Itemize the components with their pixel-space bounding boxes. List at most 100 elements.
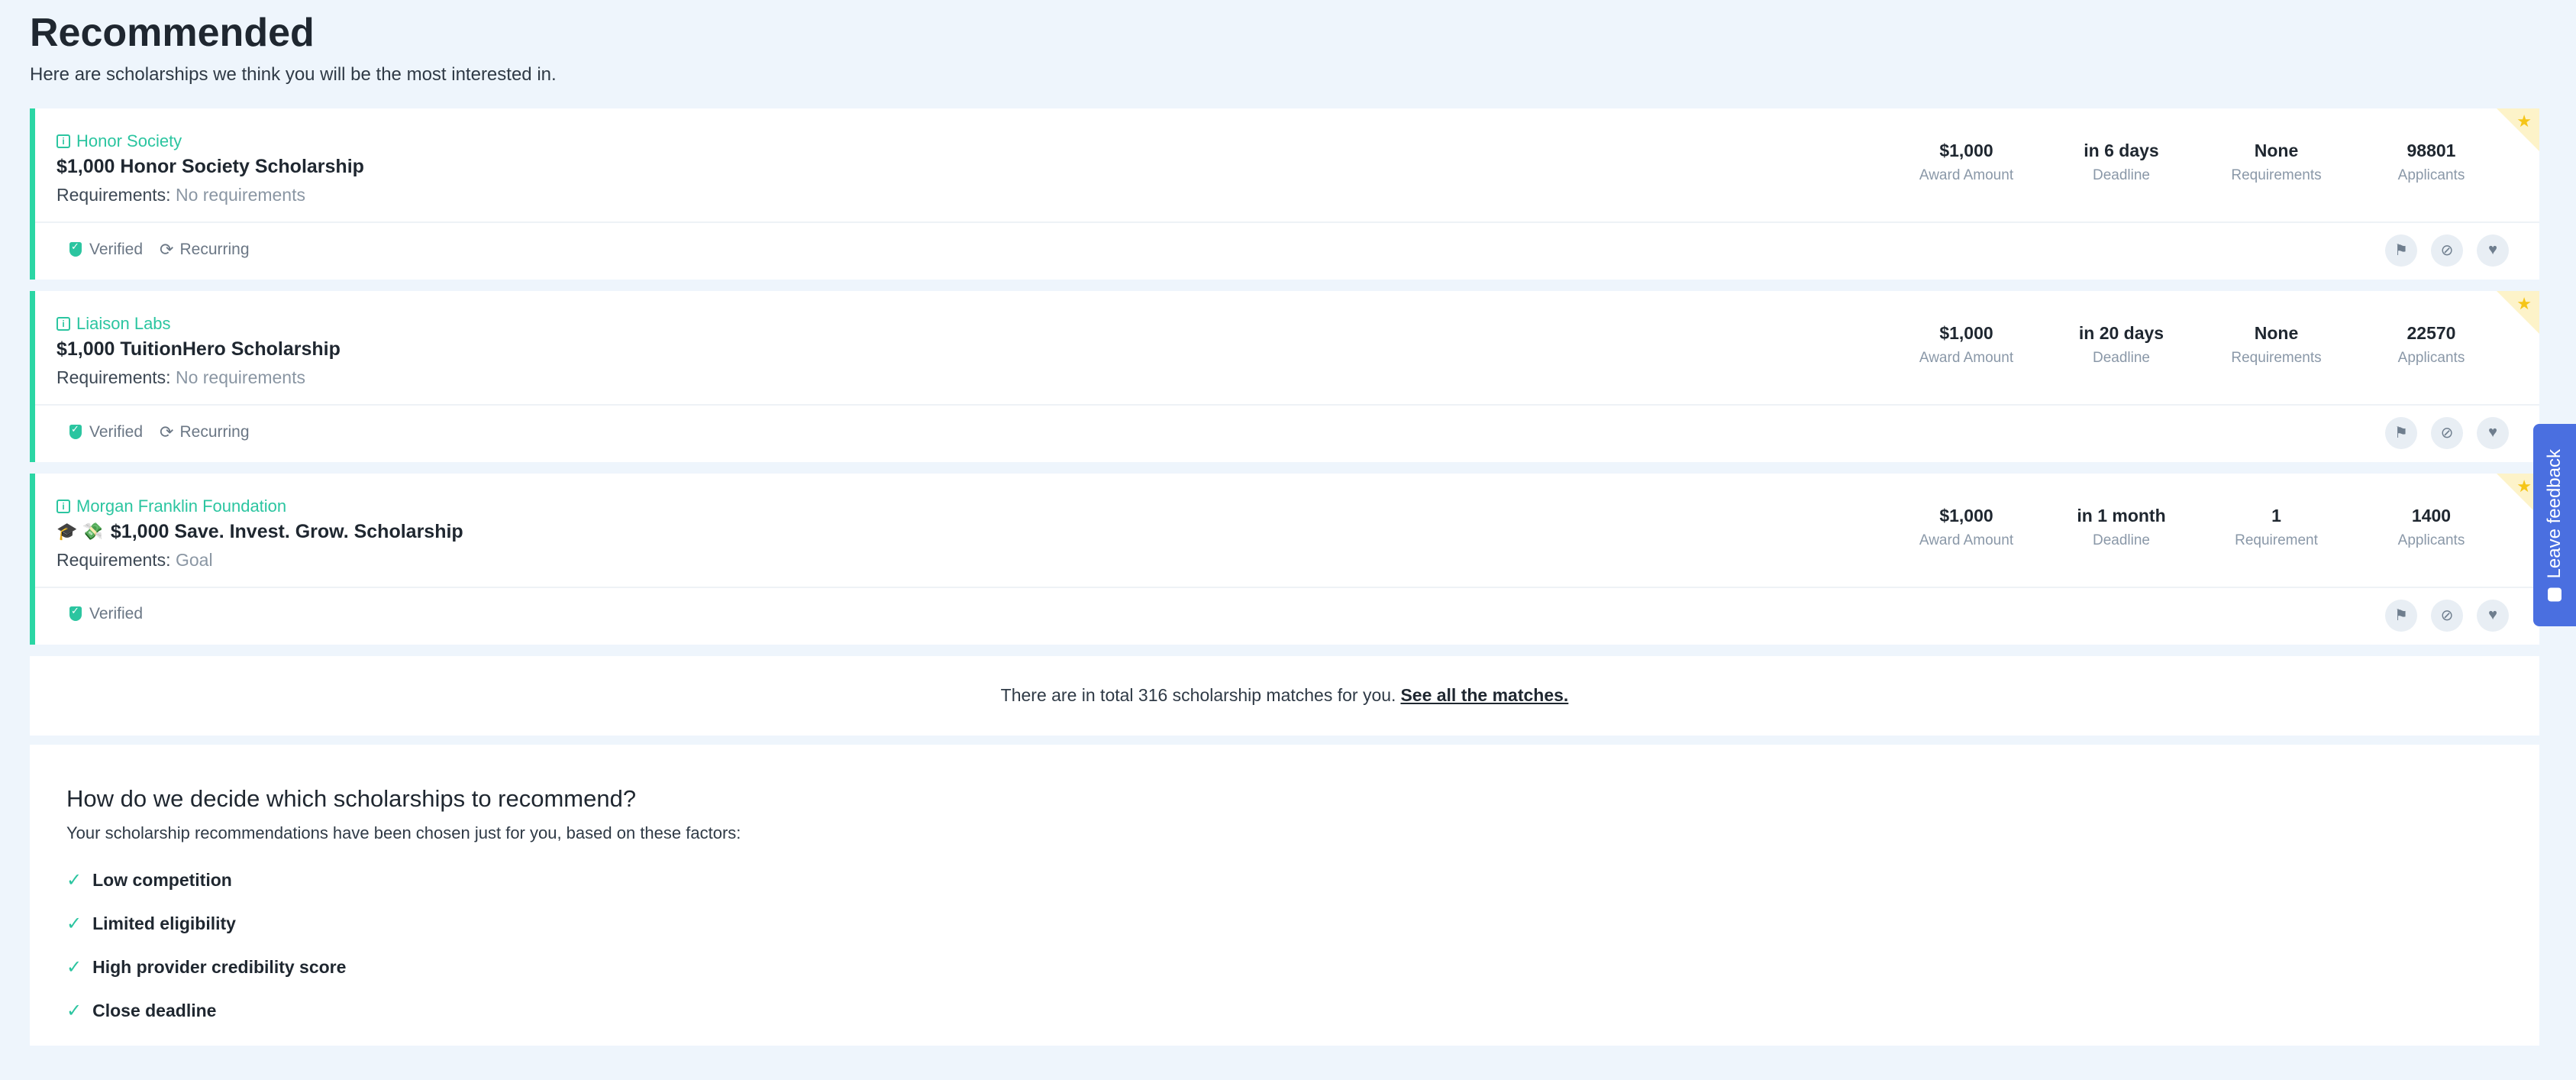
stat-value: 22570: [2407, 322, 2456, 343]
stats-row: $1,000 Award Amount in 1 month Deadline 1 R…: [1889, 506, 2509, 549]
refresh-icon: ⟳: [160, 239, 174, 259]
verified-label: Verified: [89, 422, 144, 441]
info-icon: i: [56, 316, 70, 331]
stat-value: $1,000: [1939, 140, 1993, 160]
verified-label: Verified: [89, 240, 144, 258]
card-actions: ⚑ ⊘ ♥: [2371, 416, 2509, 449]
scholarship-title[interactable]: $1,000 Honor Society Scholarship: [56, 156, 364, 178]
recommendation-info: How do we decide which scholarships to r…: [30, 744, 2539, 1046]
stat-value: $1,000: [1939, 505, 1993, 525]
stat-value: in 6 days: [2084, 140, 2159, 160]
recurring-label: Recurring: [179, 240, 250, 258]
dismiss-button[interactable]: ⊘: [2431, 416, 2463, 449]
stat-award: $1,000 Award Amount: [1889, 323, 2044, 367]
info-heading: How do we decide which scholarships to r…: [66, 784, 637, 812]
check-icon: ✓: [66, 1000, 82, 1021]
save-button[interactable]: ♥: [2477, 599, 2509, 632]
stat-label: Requirements: [2231, 349, 2322, 366]
ban-icon: ⊘: [2440, 607, 2454, 625]
verified-badge: Verified: [69, 605, 143, 623]
ban-icon: ⊘: [2440, 242, 2454, 260]
scholarship-card[interactable]: ★ i Morgan Franklin Foundation 🎓 💸 $1,00…: [30, 473, 2539, 645]
verified-badge: Verified: [69, 241, 143, 259]
stat-label: Deadline: [2093, 349, 2150, 366]
stat-value: $1,000: [1939, 322, 1993, 343]
stats-row: $1,000 Award Amount in 6 days Deadline Non…: [1889, 141, 2509, 184]
feedback-content: Leave feedback: [2544, 448, 2565, 602]
ban-icon: ⊘: [2440, 425, 2454, 442]
badges: Verified ⟳ Recurring: [69, 240, 266, 260]
stat-applicants: 22570 Applicants: [2354, 323, 2509, 367]
stat-label: Applicants: [2397, 532, 2465, 548]
flag-button[interactable]: ⚑: [2385, 416, 2417, 449]
stats-row: $1,000 Award Amount in 20 days Deadline No…: [1889, 323, 2509, 367]
factor-label: Close deadline: [92, 1000, 217, 1020]
check-icon: ✓: [66, 869, 82, 891]
requirements-line: Requirements: Goal: [56, 550, 213, 571]
info-icon: i: [56, 499, 70, 513]
stat-requirements: None Requirements: [2199, 323, 2354, 367]
flag-button[interactable]: ⚑: [2385, 234, 2417, 267]
provider-link[interactable]: i Liaison Labs: [56, 314, 171, 334]
scholarship-title[interactable]: 🎓 💸 $1,000 Save. Invest. Grow. Scholarsh…: [56, 521, 463, 543]
stat-label: Requirements: [2231, 167, 2322, 183]
stat-applicants: 1400 Applicants: [2354, 506, 2509, 549]
save-button[interactable]: ♥: [2477, 416, 2509, 449]
requirements-label: Requirements:: [56, 367, 171, 387]
stat-award: $1,000 Award Amount: [1889, 141, 2044, 184]
see-all-matches-link[interactable]: See all the matches.: [1400, 685, 1568, 706]
dismiss-button[interactable]: ⊘: [2431, 599, 2463, 632]
stat-deadline: in 6 days Deadline: [2044, 141, 2199, 184]
save-button[interactable]: ♥: [2477, 234, 2509, 267]
flag-icon: ⚑: [2394, 242, 2408, 260]
badges: Verified: [69, 605, 160, 623]
heart-icon: ♥: [2488, 424, 2497, 441]
stat-label: Award Amount: [1919, 532, 2014, 548]
dismiss-button[interactable]: ⊘: [2431, 234, 2463, 267]
scholarship-name: $1,000 Honor Society Scholarship: [56, 155, 364, 177]
requirements-value: No requirements: [175, 184, 305, 205]
refresh-icon: ⟳: [160, 422, 174, 441]
provider-link[interactable]: i Morgan Franklin Foundation: [56, 496, 286, 516]
stat-label: Award Amount: [1919, 167, 2014, 183]
leave-feedback-button[interactable]: Leave feedback: [2533, 424, 2576, 626]
stat-requirements: 1 Requirement: [2199, 506, 2354, 549]
matches-summary: There are in total 316 scholarship match…: [30, 655, 2539, 736]
provider-name: Liaison Labs: [76, 313, 171, 333]
provider-name: Honor Society: [76, 131, 182, 150]
check-icon: ✓: [66, 913, 82, 934]
page-title: Recommended: [30, 11, 315, 55]
feedback-label: Leave feedback: [2544, 448, 2565, 579]
stat-value: 98801: [2407, 140, 2456, 160]
recurring-badge: ⟳ Recurring: [160, 422, 249, 442]
factor-label: High provider credibility score: [92, 956, 347, 977]
requirements-label: Requirements:: [56, 184, 171, 205]
scholarship-card[interactable]: ★ i Honor Society $1,000 Honor Society S…: [30, 108, 2539, 280]
stat-value: 1400: [2411, 505, 2452, 525]
provider-link[interactable]: i Honor Society: [56, 131, 182, 151]
flag-button[interactable]: ⚑: [2385, 599, 2417, 632]
badges: Verified ⟳ Recurring: [69, 422, 266, 442]
verified-badge: Verified: [69, 423, 143, 441]
matches-text: There are in total 316 scholarship match…: [1000, 685, 1396, 706]
graduation-cap-money-icon: 🎓 💸: [56, 522, 103, 542]
heart-icon: ♥: [2488, 241, 2497, 259]
info-icon: i: [56, 134, 70, 148]
scholarship-card[interactable]: ★ i Liaison Labs $1,000 TuitionHero Scho…: [30, 290, 2539, 462]
heart-icon: ♥: [2488, 606, 2497, 624]
verified-label: Verified: [89, 604, 144, 622]
recurring-badge: ⟳ Recurring: [160, 240, 249, 260]
recurring-label: Recurring: [179, 422, 250, 441]
factor-item: ✓ High provider credibility score: [66, 946, 2503, 989]
scholarship-title[interactable]: $1,000 TuitionHero Scholarship: [56, 338, 341, 361]
stat-label: Requirement: [2235, 532, 2318, 548]
page-subtitle: Here are scholarships we think you will …: [30, 63, 557, 85]
stat-value: 1: [2271, 505, 2281, 525]
requirements-value: No requirements: [175, 367, 305, 387]
provider-name: Morgan Franklin Foundation: [76, 496, 287, 516]
shield-check-icon: [69, 241, 82, 257]
stat-label: Deadline: [2093, 532, 2150, 548]
requirements-label: Requirements:: [56, 549, 171, 570]
feedback-icon: [2548, 587, 2561, 602]
info-description: Your scholarship recommendations have be…: [66, 823, 741, 842]
